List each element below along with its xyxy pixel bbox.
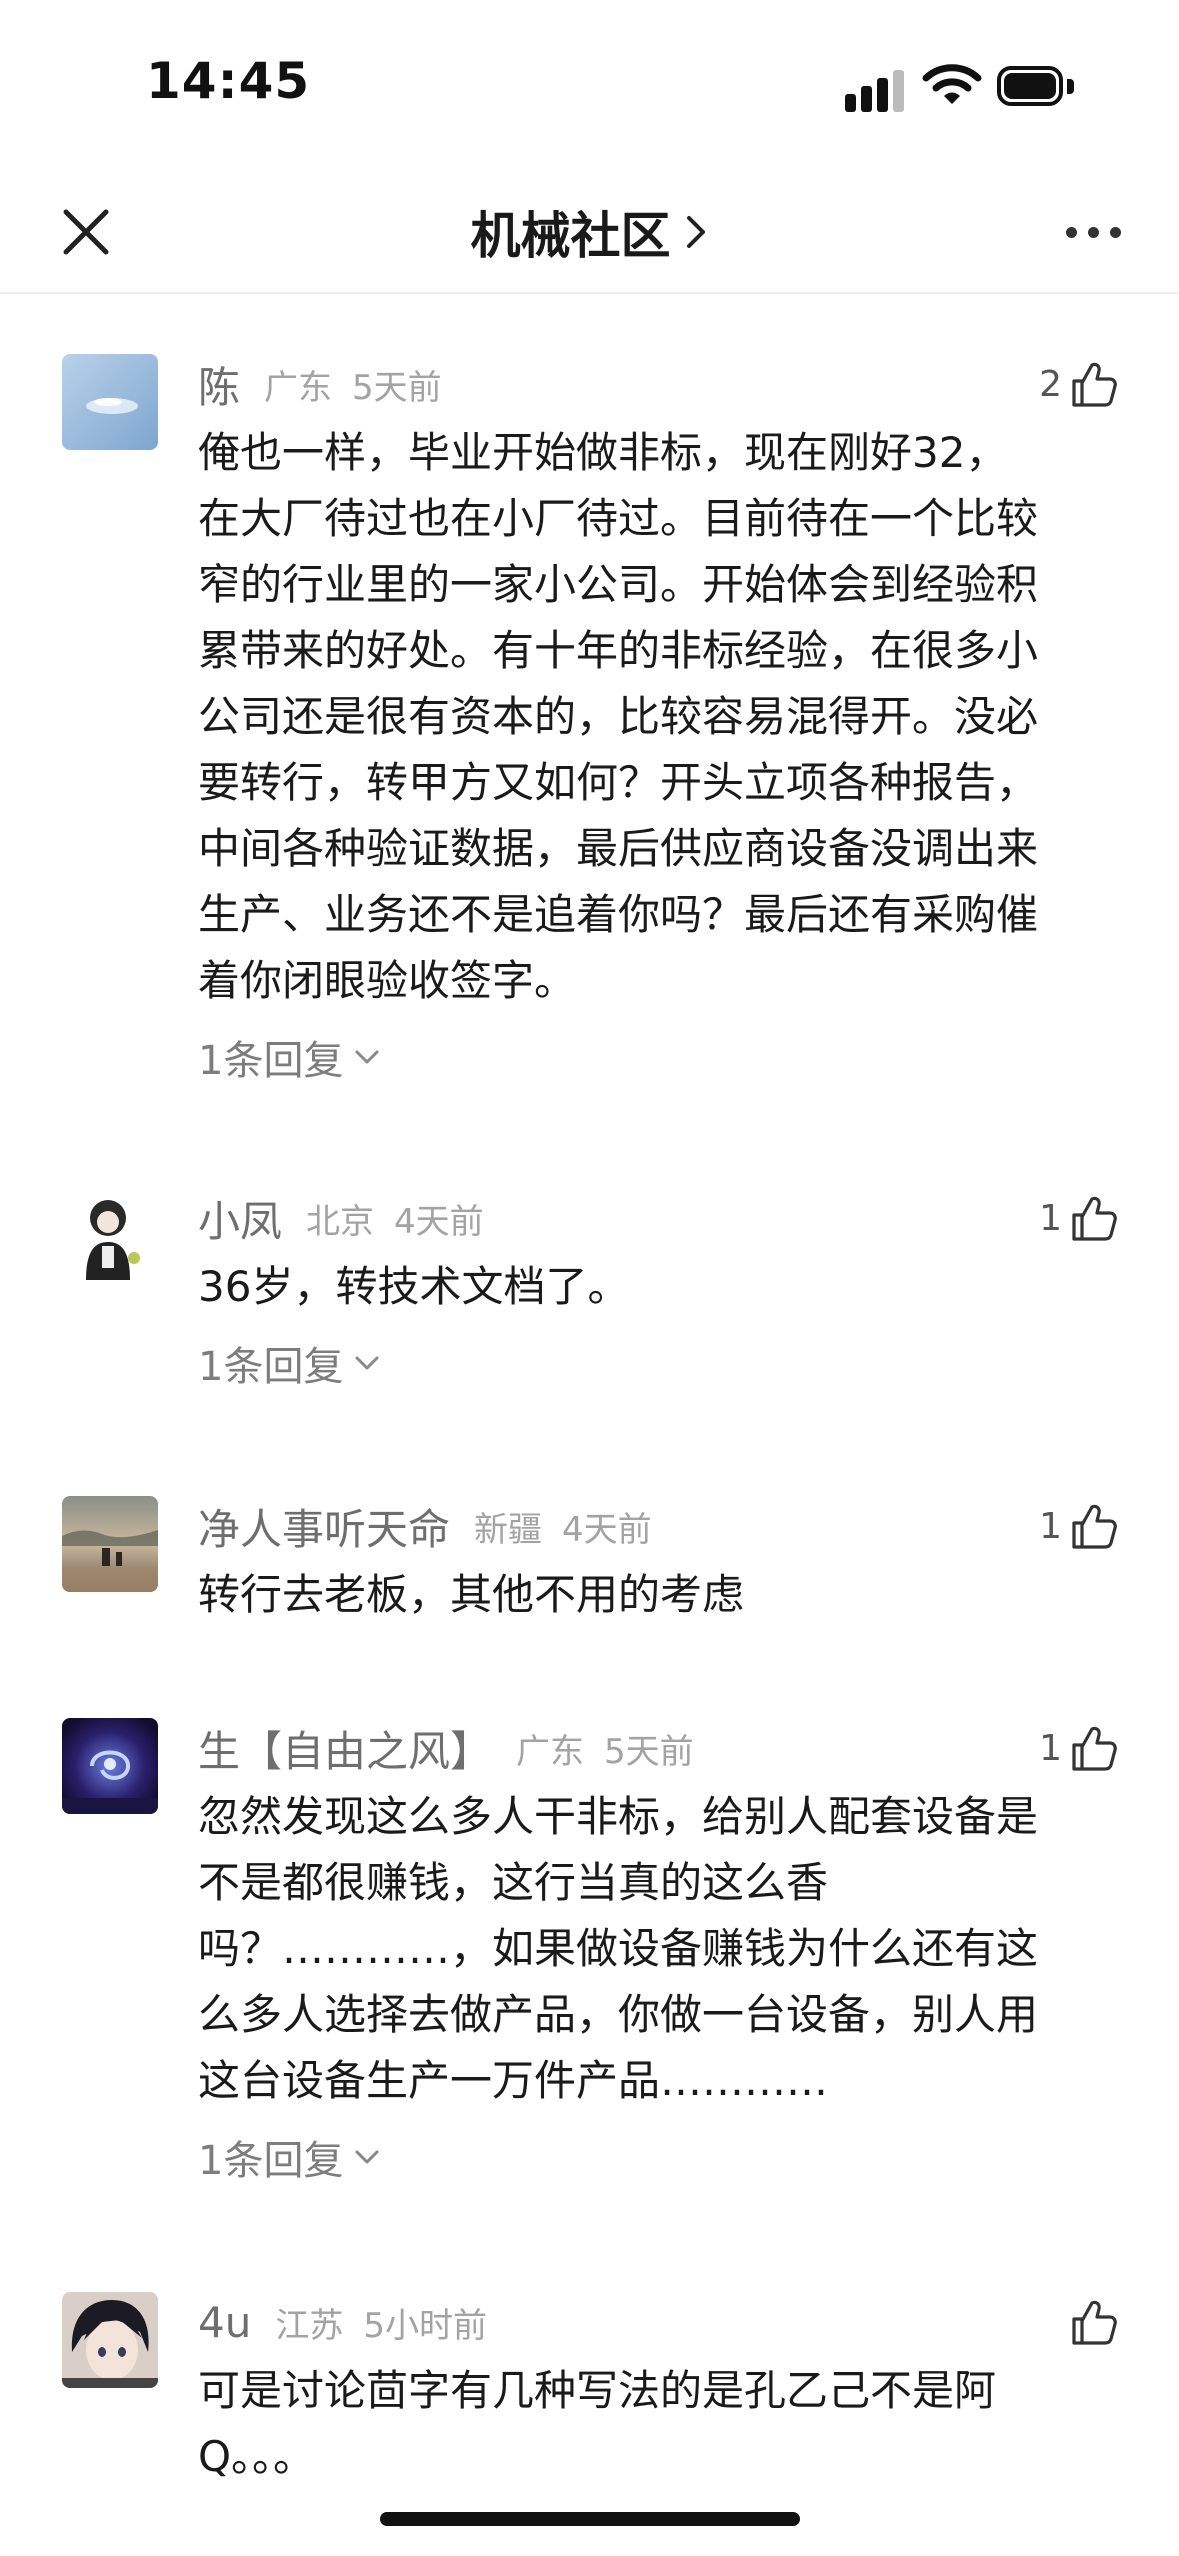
page-title: 机械社区 bbox=[470, 207, 671, 265]
region-label: 北京 bbox=[306, 1201, 375, 1242]
timestamp: 5天前 bbox=[604, 1731, 694, 1772]
like-count: 1 bbox=[1039, 1505, 1062, 1547]
replies-label: 1条回复 bbox=[198, 1344, 344, 1390]
wifi-icon bbox=[922, 64, 982, 104]
battery-icon bbox=[997, 66, 1077, 108]
region-label: 广东 bbox=[264, 367, 333, 408]
comment-text: 转行去老板，其他不用的考虑 bbox=[198, 1570, 745, 1619]
comment-text: 可是讨论茴字有几种写法的是孔乙己不是阿 Q。。。 bbox=[198, 2366, 997, 2481]
like-button[interactable]: 2 bbox=[1039, 354, 1118, 414]
view-replies-button[interactable]: 1条回复 bbox=[198, 2128, 381, 2186]
like-button[interactable]: 1 bbox=[1039, 1496, 1118, 1556]
like-count: 1 bbox=[1039, 1727, 1062, 1769]
like-button[interactable]: 1 bbox=[1039, 1718, 1118, 1778]
signal-icon bbox=[845, 66, 905, 112]
region-label: 广东 bbox=[516, 1731, 585, 1772]
home-indicator[interactable] bbox=[380, 2512, 800, 2526]
replies-label: 1条回复 bbox=[198, 1038, 344, 1084]
like-count: 1 bbox=[1039, 1197, 1062, 1239]
chevron-down-icon bbox=[355, 1356, 379, 1370]
chevron-down-icon bbox=[355, 1050, 379, 1064]
timestamp: 4天前 bbox=[394, 1201, 484, 1242]
comment-text: 俺也一样，毕业开始做非标，现在刚好32， 在大厂待过也在小厂待过。目前待在一个比… bbox=[198, 428, 1039, 1005]
username[interactable]: 4u bbox=[198, 2298, 251, 2347]
replies-label: 1条回复 bbox=[198, 2138, 344, 2184]
view-replies-button[interactable]: 1条回复 bbox=[198, 1028, 381, 1086]
chevron-down-icon bbox=[355, 2150, 379, 2164]
comment-text: 忽然发现这么多人干非标，给别人配套设备是 不是都很赚钱，这行当真的这么香 吗？…… bbox=[198, 1792, 1039, 2105]
thumbs-up-icon bbox=[1072, 1504, 1117, 1549]
chevron-right-icon bbox=[686, 216, 705, 248]
avatar[interactable] bbox=[62, 354, 158, 450]
region-label: 新疆 bbox=[474, 1509, 543, 1550]
more-options-button[interactable] bbox=[1062, 210, 1126, 254]
username[interactable]: 小凤 bbox=[198, 1188, 282, 1249]
thumbs-up-icon bbox=[1072, 2300, 1117, 2345]
region-label: 江苏 bbox=[275, 2305, 344, 2346]
status-bar: 14:45 bbox=[0, 0, 1179, 170]
username[interactable]: 陈 bbox=[198, 354, 240, 415]
timestamp: 5天前 bbox=[352, 367, 442, 408]
thumbs-up-icon bbox=[1072, 362, 1117, 407]
avatar[interactable] bbox=[62, 2292, 158, 2388]
nav-bar: 机械社区 bbox=[0, 170, 1179, 294]
avatar[interactable] bbox=[62, 1718, 158, 1814]
community-title-link[interactable]: 机械社区 bbox=[471, 196, 709, 268]
status-time: 14:45 bbox=[146, 52, 311, 110]
username[interactable]: 净人事听天命 bbox=[198, 1496, 450, 1557]
more-icon bbox=[1066, 227, 1077, 238]
like-button[interactable]: 1 bbox=[1039, 1188, 1118, 1248]
timestamp: 5小时前 bbox=[363, 2305, 487, 2346]
timestamp: 4天前 bbox=[562, 1509, 652, 1550]
view-replies-button[interactable]: 1条回复 bbox=[198, 1334, 381, 1392]
avatar[interactable] bbox=[62, 1188, 158, 1284]
thumbs-up-icon bbox=[1072, 1726, 1117, 1771]
avatar[interactable] bbox=[62, 1496, 158, 1592]
comment-text: 36岁，转技术文档了。 bbox=[198, 1262, 630, 1311]
like-button[interactable] bbox=[1062, 2292, 1118, 2352]
like-count: 2 bbox=[1039, 363, 1062, 405]
username[interactable]: 生【自由之风】 bbox=[198, 1718, 492, 1779]
thumbs-up-icon bbox=[1072, 1196, 1117, 1241]
